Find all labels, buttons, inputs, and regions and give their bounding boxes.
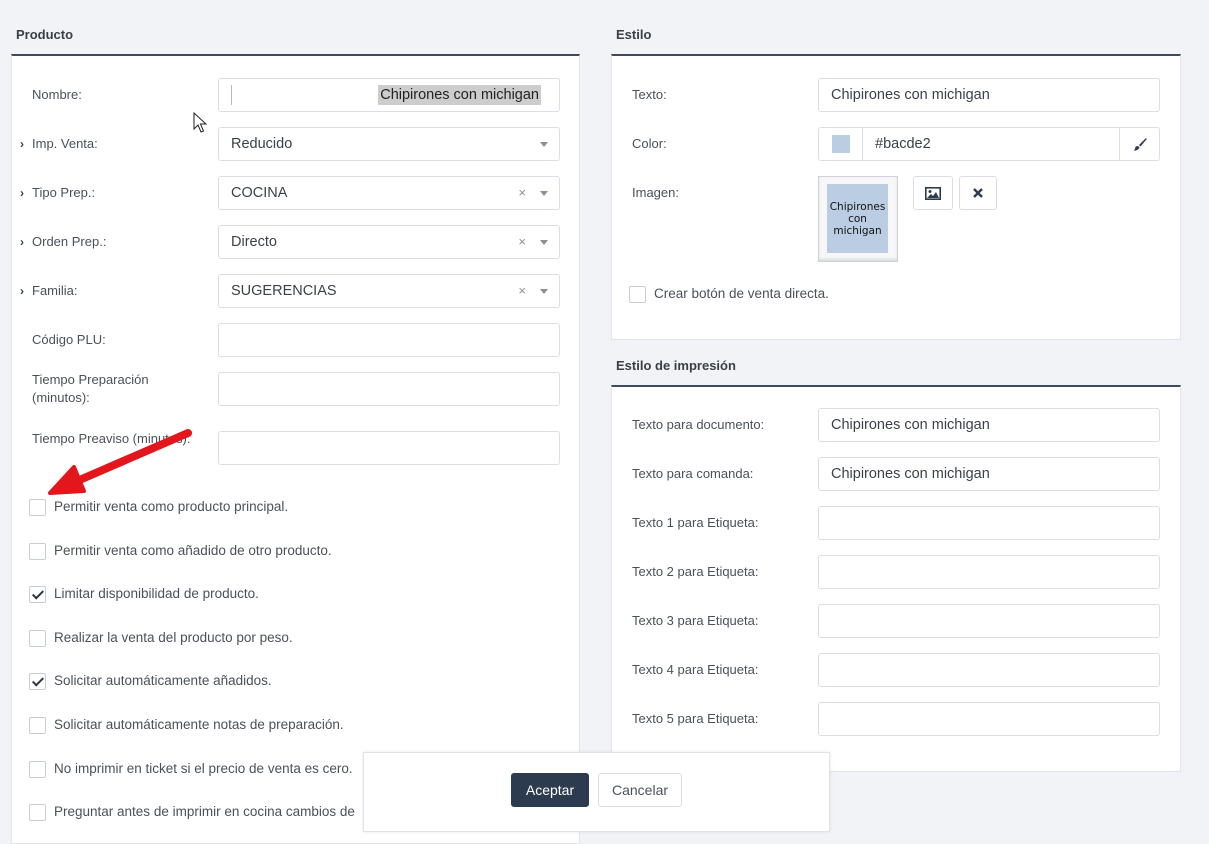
impresion-title: Estilo de impresión (616, 358, 736, 373)
select-field[interactable]: Directo × (218, 225, 560, 259)
estilo-title: Estilo (616, 27, 652, 42)
direct-sale-label: Crear botón de venta directa. (654, 286, 829, 301)
checkbox-label: Permitir venta como añadido de otro prod… (54, 542, 332, 558)
image-icon (925, 187, 941, 200)
color-label: Color: (632, 136, 667, 151)
field-label: Nombre: (32, 87, 82, 102)
imagen-label: Imagen: (632, 185, 679, 200)
checkbox[interactable] (29, 586, 46, 604)
select-field[interactable]: COCINA × (218, 176, 560, 210)
color-swatch-box[interactable] (819, 128, 863, 160)
chevron-right-icon[interactable]: › (20, 135, 24, 153)
estilo-panel: Texto: Chipirones con michigan Color: #b… (611, 54, 1181, 340)
clear-icon[interactable]: × (518, 177, 526, 209)
checkbox[interactable] (29, 804, 46, 822)
checkbox-label: Solicitar automáticamente añadidos. (54, 673, 272, 689)
checkbox[interactable] (29, 760, 46, 778)
chevron-right-icon[interactable]: › (20, 282, 24, 300)
checkbox-label: Solicitar automáticamente notas de prepa… (54, 717, 344, 732)
color-value[interactable]: #bacde2 (875, 128, 931, 160)
dialog-footer: Aceptar Cancelar (363, 752, 830, 832)
checkbox-label: Realizar la venta del producto por peso. (54, 629, 293, 645)
accept-button[interactable]: Aceptar (511, 773, 589, 807)
field-label: Tiempo Preparación (minutos): (32, 372, 149, 405)
chevron-right-icon[interactable]: › (20, 184, 24, 202)
nombre-value: Chipirones con michigan (378, 85, 541, 105)
color-swatch (832, 135, 850, 153)
brush-button[interactable] (1119, 128, 1159, 160)
cursor-icon (193, 112, 207, 133)
print-text-input[interactable] (818, 653, 1160, 687)
clear-icon[interactable]: × (518, 275, 526, 307)
image-preview: Chipirones con michigan (827, 184, 888, 253)
checkbox-label: Limitar disponibilidad de producto. (54, 586, 259, 602)
select-field[interactable]: SUGERENCIAS × (218, 274, 560, 308)
print-field-label: Texto 4 para Etiqueta: (632, 662, 759, 677)
clear-icon[interactable]: × (518, 226, 526, 258)
print-field-label: Texto 1 para Etiqueta: (632, 515, 759, 530)
text-field[interactable] (218, 323, 560, 357)
arrow-annotation-icon (48, 429, 192, 495)
checkbox[interactable] (29, 673, 46, 691)
checkbox-label: No imprimir en ticket si el precio de ve… (54, 760, 353, 776)
print-text-input[interactable] (818, 604, 1160, 638)
producto-title: Producto (16, 27, 74, 42)
field-label: › Orden Prep.: (20, 234, 107, 249)
print-text-input[interactable] (818, 702, 1160, 736)
field-label: › Familia: (20, 283, 78, 298)
print-field-label: Texto para comanda: (632, 466, 754, 481)
field-label: Código PLU: (32, 332, 106, 347)
field-label: › Tipo Prep.: (20, 185, 96, 200)
print-text-input[interactable] (818, 555, 1160, 589)
estilo-texto-input[interactable]: Chipirones con michigan (818, 78, 1160, 112)
checkbox[interactable] (29, 717, 46, 734)
image-preview-frame[interactable]: Chipirones con michigan (818, 176, 898, 262)
print-field-label: Texto para documento: (632, 417, 765, 432)
checkbox[interactable] (29, 542, 46, 560)
image-button[interactable] (913, 176, 953, 210)
text-field[interactable] (218, 372, 560, 406)
brush-icon (1133, 138, 1147, 151)
direct-sale-checkbox[interactable] (629, 286, 646, 303)
color-picker[interactable]: #bacde2 (818, 127, 1160, 161)
print-text-input[interactable]: Chipirones con michigan (818, 408, 1160, 442)
select-field[interactable]: Reducido (218, 127, 560, 161)
print-text-input[interactable] (818, 506, 1160, 540)
texto-label: Texto: (632, 87, 667, 102)
caret-down-icon[interactable] (540, 142, 548, 147)
close-icon (973, 188, 983, 198)
print-field-label: Texto 5 para Etiqueta: (632, 711, 759, 726)
impresion-panel: Texto para documento: Chipirones con mich… (611, 385, 1181, 772)
cancel-button[interactable]: Cancelar (598, 773, 682, 807)
chevron-right-icon[interactable]: › (20, 233, 24, 251)
print-text-input[interactable]: Chipirones con michigan (818, 457, 1160, 491)
print-field-label: Texto 3 para Etiqueta: (632, 613, 759, 628)
caret-down-icon[interactable] (540, 289, 548, 294)
caret-down-icon[interactable] (540, 191, 548, 196)
remove-image-button[interactable] (959, 176, 997, 210)
print-field-label: Texto 2 para Etiqueta: (632, 564, 759, 579)
caret-down-icon[interactable] (540, 240, 548, 245)
checkbox[interactable] (29, 629, 46, 647)
text-field[interactable] (218, 431, 560, 465)
field-label: › Imp. Venta: (20, 136, 98, 151)
text-field[interactable]: Chipirones con michigan (218, 78, 560, 112)
checkbox-label: Preguntar antes de imprimir en cocina ca… (54, 804, 355, 820)
